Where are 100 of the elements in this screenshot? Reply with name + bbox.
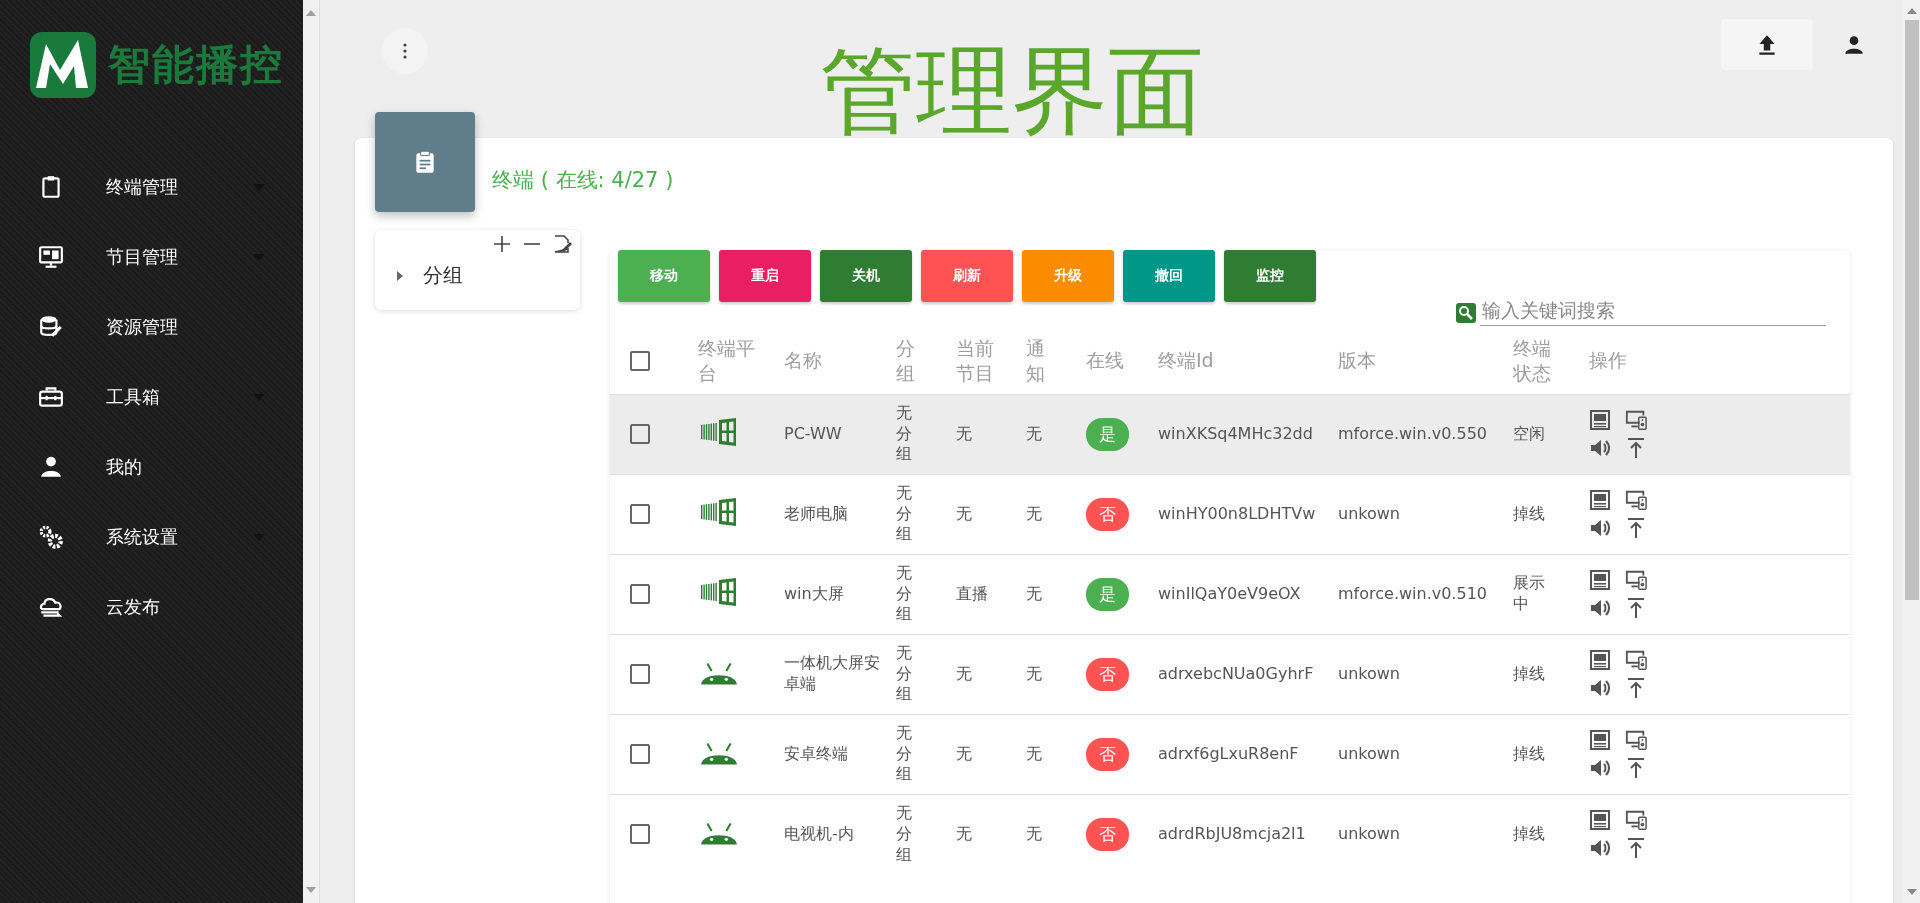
terminal-id: winXKSq4MHc32dd xyxy=(1158,423,1313,443)
terminal-name: 安卓终端 xyxy=(784,743,849,765)
screen-icon[interactable] xyxy=(1589,569,1611,591)
logo-icon xyxy=(30,32,96,98)
screen-icon[interactable] xyxy=(1589,809,1611,832)
volume-icon[interactable] xyxy=(1589,677,1611,699)
group-name: 无分组 xyxy=(896,803,913,866)
current-program: 无 xyxy=(956,823,972,843)
screen-icon[interactable] xyxy=(1589,649,1611,671)
action-button[interactable]: 撤回 xyxy=(1123,250,1215,302)
row-checkbox[interactable] xyxy=(630,424,650,444)
upload-icon[interactable] xyxy=(1625,517,1647,539)
caret-right-icon[interactable] xyxy=(397,270,403,281)
version-text: mforce.win.v0.550 xyxy=(1338,423,1487,443)
more-icon xyxy=(402,41,408,61)
tree-item[interactable]: 分组 xyxy=(397,262,572,289)
monitor-speaker-icon[interactable] xyxy=(1625,809,1647,832)
search-field[interactable]: 输入关键词搜索 xyxy=(1480,299,1826,326)
current-program: 无 xyxy=(956,423,972,443)
screen-icon[interactable] xyxy=(1589,489,1611,511)
column-header: 通知 xyxy=(1026,336,1046,386)
online-badge: 是 xyxy=(1086,417,1129,451)
group-name: 无分组 xyxy=(896,642,913,706)
table-row[interactable]: 安卓终端 无分组 无 无 否 adrxf6gLxuR8enF unkown 掉线 xyxy=(610,714,1850,794)
terminal-status: 掉线 xyxy=(1513,743,1546,765)
table-row[interactable]: 电视机-内 无分组 无 无 否 adrdRbJU8mcja2l1 unkown 掉线 xyxy=(610,794,1850,874)
monitor-speaker-icon[interactable] xyxy=(1625,409,1647,431)
sidebar-item[interactable]: 我的 xyxy=(0,432,303,502)
sidebar-item[interactable]: 工具箱 xyxy=(0,362,303,432)
table-row[interactable]: win大屏 无分组 直播 无 是 winIlQaY0eV9eOX mforce.win.v0.510 展示中 xyxy=(610,554,1850,634)
version-text: unkown xyxy=(1338,823,1400,843)
scroll-down-icon[interactable] xyxy=(1906,889,1917,895)
upload-icon[interactable] xyxy=(1625,597,1647,619)
terminal-id: winHY00n8LDHTVw xyxy=(1158,503,1316,523)
add-icon[interactable] xyxy=(492,234,512,254)
upload-icon[interactable] xyxy=(1625,757,1647,779)
monitor-speaker-icon[interactable] xyxy=(1625,489,1647,511)
column-header: 终端Id xyxy=(1158,348,1215,374)
terminal-id: adrdRbJU8mcja2l1 xyxy=(1158,823,1306,843)
upload-icon[interactable] xyxy=(1625,437,1647,459)
terminal-status: 掉线 xyxy=(1513,503,1546,525)
column-header: 版本 xyxy=(1338,348,1377,374)
notice-text: 无 xyxy=(1026,423,1042,443)
group-name: 无分组 xyxy=(896,562,913,626)
version-text: unkown xyxy=(1338,503,1400,523)
card-title: 终端 ( 在线: 4/27 ) xyxy=(492,167,674,194)
terminal-name: 一体机大屏安卓端 xyxy=(784,653,880,695)
row-checkbox[interactable] xyxy=(630,664,650,684)
action-button[interactable]: 监控 xyxy=(1224,250,1316,302)
scroll-up-icon[interactable] xyxy=(1906,8,1917,14)
online-badge: 是 xyxy=(1086,577,1129,611)
search-icon xyxy=(1456,302,1476,323)
terminal-status: 掉线 xyxy=(1513,663,1546,685)
terminal-name: PC-WW xyxy=(784,423,843,445)
tree-label[interactable]: 分组 xyxy=(423,262,463,289)
group-name: 无分组 xyxy=(896,402,913,466)
column-header: 在线 xyxy=(1086,348,1125,374)
toolbox-icon xyxy=(38,384,64,410)
volume-icon[interactable] xyxy=(1589,437,1611,459)
column-header: 当前节目 xyxy=(956,336,995,386)
row-checkbox[interactable] xyxy=(630,584,650,604)
online-badge: 否 xyxy=(1086,737,1129,771)
monitor-icon xyxy=(38,244,64,270)
version-text: mforce.win.v0.510 xyxy=(1338,583,1487,603)
sidebar-item[interactable]: 资源管理 xyxy=(0,292,303,362)
row-checkbox[interactable] xyxy=(630,824,650,845)
current-program: 直播 xyxy=(956,583,988,603)
table-row[interactable]: 老师电脑 无分组 无 无 否 winHY00n8LDHTVw unkown 掉线 xyxy=(610,474,1850,554)
upload-icon[interactable] xyxy=(1625,837,1647,860)
select-all-checkbox[interactable] xyxy=(630,350,650,371)
terminal-name: 老师电脑 xyxy=(784,503,849,525)
page-title: 管理界面 xyxy=(820,36,1204,147)
row-checkbox[interactable] xyxy=(630,744,650,764)
monitor-speaker-icon[interactable] xyxy=(1625,649,1647,671)
column-header: 操作 xyxy=(1589,348,1628,374)
screen-icon[interactable] xyxy=(1589,409,1611,431)
volume-icon[interactable] xyxy=(1589,757,1611,779)
current-program: 无 xyxy=(956,743,972,763)
sidebar-item[interactable]: 系统设置 xyxy=(0,502,303,572)
person-icon xyxy=(38,454,64,480)
action-button[interactable]: 重启 xyxy=(719,250,811,302)
sidebar-item[interactable]: 云发布 xyxy=(0,572,303,642)
brand-name: 智能播控 xyxy=(108,39,284,91)
monitor-speaker-icon[interactable] xyxy=(1625,569,1647,591)
notice-text: 无 xyxy=(1026,503,1042,523)
screen-icon[interactable] xyxy=(1589,729,1611,751)
upload-button[interactable] xyxy=(1721,19,1813,70)
terminal-name: win大屏 xyxy=(784,583,845,605)
volume-icon[interactable] xyxy=(1589,517,1611,539)
scrollbar-thumb[interactable] xyxy=(1904,20,1919,600)
monitor-speaker-icon[interactable] xyxy=(1625,729,1647,751)
terminal-name: 电视机-内 xyxy=(784,823,855,845)
column-header: 终端平台 xyxy=(698,336,756,386)
sidebar-item[interactable]: 终端管理 xyxy=(0,152,303,222)
action-button[interactable]: 关机 xyxy=(820,250,912,302)
volume-icon[interactable] xyxy=(1589,597,1611,619)
row-checkbox[interactable] xyxy=(630,504,650,524)
notice-text: 无 xyxy=(1026,823,1042,843)
sidebar-item[interactable]: 节目管理 xyxy=(0,222,303,292)
upload-icon[interactable] xyxy=(1625,677,1647,699)
